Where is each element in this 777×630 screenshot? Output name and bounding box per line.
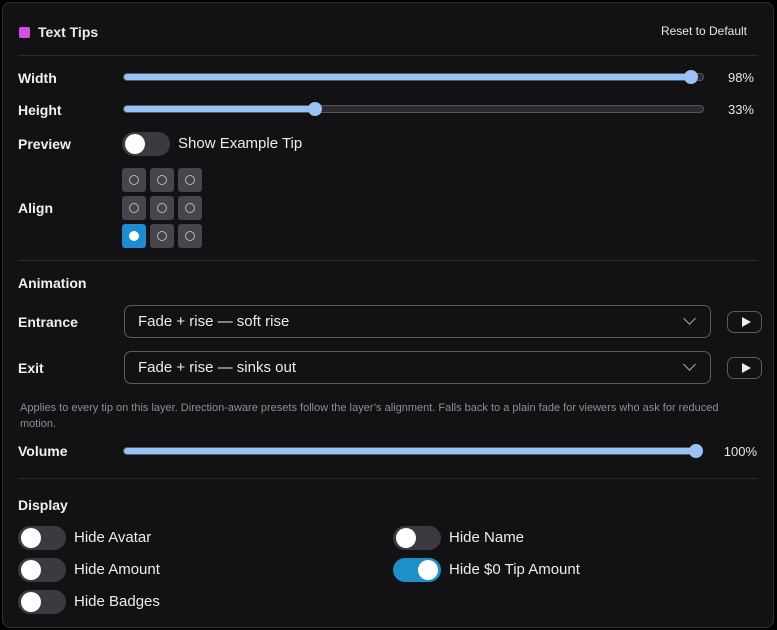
- width-slider-thumb[interactable]: [684, 70, 699, 84]
- hide-badges-toggle[interactable]: [18, 590, 66, 614]
- radio-circle-icon: [185, 231, 195, 241]
- radio-circle-icon: [129, 203, 139, 213]
- height-value: 33%: [727, 102, 754, 117]
- radio-circle-icon: [157, 231, 167, 241]
- divider: [18, 478, 758, 479]
- height-label: Height: [18, 102, 62, 118]
- toggle-knob: [21, 560, 41, 580]
- display-section-title: Display: [18, 497, 68, 513]
- exit-select[interactable]: Fade + rise — sinks out: [124, 351, 711, 384]
- animation-section-title: Animation: [18, 275, 87, 291]
- reset-to-default-button[interactable]: Reset to Default: [661, 24, 747, 38]
- volume-value: 100%: [723, 444, 757, 459]
- text-tips-panel: Text Tips Reset to Default Width 98% Hei…: [2, 2, 774, 628]
- volume-slider[interactable]: [123, 444, 703, 458]
- hide-zero-tip-amount-label: Hide $0 Tip Amount: [449, 561, 580, 578]
- align-top-right-button[interactable]: [178, 168, 202, 192]
- width-label: Width: [18, 70, 57, 86]
- exit-label: Exit: [18, 360, 44, 376]
- toggle-knob: [418, 560, 438, 580]
- entrance-label: Entrance: [18, 314, 78, 330]
- toggle-knob: [396, 528, 416, 548]
- entrance-play-button[interactable]: [727, 311, 762, 333]
- show-example-tip-label: Show Example Tip: [178, 135, 303, 152]
- align-label: Align: [18, 200, 53, 216]
- align-middle-right-button[interactable]: [178, 196, 202, 220]
- radio-circle-icon: [185, 175, 195, 185]
- divider: [18, 55, 758, 56]
- volume-slider-thumb[interactable]: [689, 444, 703, 458]
- hide-name-label: Hide Name: [449, 529, 525, 546]
- entrance-select-value: Fade + rise — soft rise: [138, 313, 290, 330]
- chevron-down-icon: [683, 358, 696, 371]
- radio-circle-icon: [185, 203, 195, 213]
- hide-avatar-label: Hide Avatar: [74, 529, 152, 546]
- chevron-down-icon: [683, 312, 696, 325]
- hide-amount-toggle[interactable]: [18, 558, 66, 582]
- hide-badges-label: Hide Badges: [74, 593, 160, 610]
- exit-play-button[interactable]: [727, 357, 762, 379]
- exit-select-value: Fade + rise — sinks out: [138, 359, 296, 376]
- align-middle-center-button[interactable]: [150, 196, 174, 220]
- align-top-center-button[interactable]: [150, 168, 174, 192]
- hide-amount-label: Hide Amount: [74, 561, 160, 578]
- align-bottom-left-button[interactable]: [122, 224, 146, 248]
- align-top-left-button[interactable]: [122, 168, 146, 192]
- volume-slider-fill: [124, 448, 696, 454]
- play-icon: [742, 317, 751, 327]
- radio-circle-icon: [129, 231, 139, 241]
- hide-avatar-toggle[interactable]: [18, 526, 66, 550]
- toggle-knob: [21, 528, 41, 548]
- align-bottom-center-button[interactable]: [150, 224, 174, 248]
- color-swatch-icon: [19, 27, 30, 38]
- hide-name-toggle[interactable]: [393, 526, 441, 550]
- show-example-tip-toggle[interactable]: [122, 132, 170, 156]
- align-bottom-right-button[interactable]: [178, 224, 202, 248]
- width-slider-fill: [124, 74, 692, 80]
- radio-circle-icon: [157, 203, 167, 213]
- animation-help-text: Applies to every tip on this layer. Dire…: [20, 402, 719, 430]
- height-slider-thumb[interactable]: [308, 102, 323, 116]
- volume-label: Volume: [18, 443, 68, 459]
- panel-title: Text Tips: [38, 24, 99, 40]
- width-value: 98%: [727, 70, 754, 85]
- entrance-select[interactable]: Fade + rise — soft rise: [124, 305, 711, 338]
- radio-circle-icon: [129, 175, 139, 185]
- hide-zero-tip-amount-toggle[interactable]: [393, 558, 441, 582]
- preview-label: Preview: [18, 136, 71, 152]
- align-middle-left-button[interactable]: [122, 196, 146, 220]
- divider: [18, 260, 758, 261]
- height-slider-fill: [124, 106, 316, 112]
- toggle-knob: [125, 134, 145, 154]
- radio-circle-icon: [157, 175, 167, 185]
- height-slider[interactable]: [123, 102, 704, 116]
- width-slider[interactable]: [123, 70, 704, 84]
- play-icon: [742, 363, 751, 373]
- toggle-knob: [21, 592, 41, 612]
